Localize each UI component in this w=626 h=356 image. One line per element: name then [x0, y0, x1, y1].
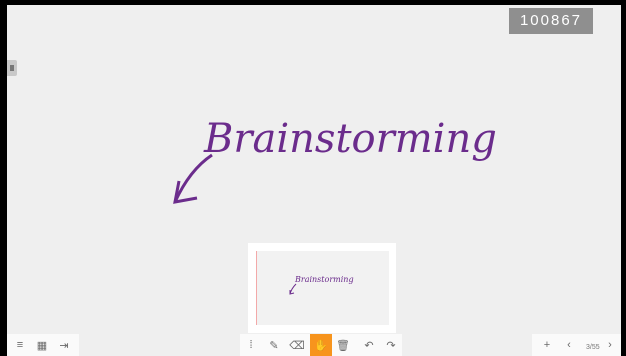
redo-icon[interactable]: ↷ [380, 334, 402, 356]
thumbnail-preview: Brainstorming [256, 251, 389, 325]
prev-page-icon[interactable]: ‹ [558, 334, 580, 356]
tools-toolbar: ⁞ ✎ ⌫ ✋ 🗑 ↶ ↷ [240, 334, 402, 356]
thumbnail-handwriting: Brainstorming [289, 275, 354, 295]
page-thumbnail[interactable]: Brainstorming [248, 243, 396, 333]
window-frame: 100867 Brainstorming Brainstorming ≡ ▦ ⇥… [0, 0, 626, 356]
page-indicator: 3/55 [586, 344, 600, 351]
qr-code-icon[interactable]: ▦ [31, 334, 53, 356]
add-page-icon[interactable]: + [536, 334, 558, 356]
delete-icon[interactable]: 🗑 [332, 334, 354, 356]
hand-tool-icon[interactable]: ✋ [310, 334, 332, 356]
whiteboard-canvas[interactable]: 100867 Brainstorming Brainstorming ≡ ▦ ⇥… [7, 5, 621, 356]
undo-icon[interactable]: ↶ [358, 334, 380, 356]
menu-icon[interactable]: ≡ [9, 334, 31, 356]
thumbnail-label: Brainstorming [294, 275, 354, 284]
handwriting-label: Brainstorming [203, 116, 497, 162]
select-tool-icon[interactable]: ⁞ [240, 334, 262, 356]
bottom-toolbar: ≡ ▦ ⇥ ⁞ ✎ ⌫ ✋ 🗑 ↶ ↷ + ‹ › 3/55 [7, 334, 621, 356]
left-toolbar: ≡ ▦ ⇥ [7, 334, 79, 356]
arrow-icon [173, 153, 213, 203]
pen-tool-icon[interactable]: ✎ [263, 334, 285, 356]
exit-icon[interactable]: ⇥ [53, 334, 75, 356]
eraser-tool-icon[interactable]: ⌫ [286, 334, 308, 356]
pagination-toolbar: + ‹ › [532, 334, 621, 356]
next-page-icon[interactable]: › [599, 334, 621, 356]
